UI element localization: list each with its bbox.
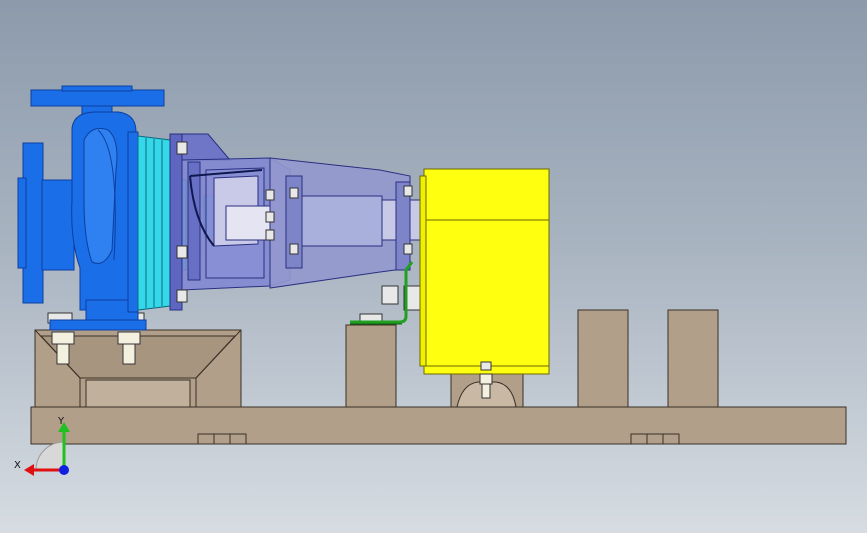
triad-x-label: X bbox=[14, 460, 21, 471]
electric-motor bbox=[419, 168, 550, 399]
discharge-flange bbox=[30, 89, 165, 107]
triad-y-label: Y bbox=[57, 416, 65, 427]
cad-viewport[interactable]: X Y bbox=[0, 0, 867, 533]
base-slot-right bbox=[630, 433, 680, 445]
support-post-1 bbox=[577, 309, 629, 408]
support-post-2 bbox=[667, 309, 719, 408]
pump-assembly-drawing: X Y bbox=[14, 85, 847, 476]
bearing-support-block bbox=[345, 324, 397, 408]
coupling-guard bbox=[269, 157, 423, 289]
base-slot-left bbox=[197, 433, 247, 445]
base-rail bbox=[30, 406, 847, 445]
